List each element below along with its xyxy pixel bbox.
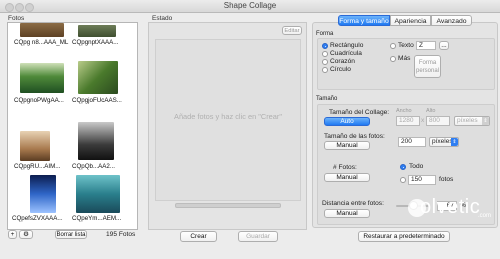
edit-button[interactable]: Editar (282, 26, 302, 35)
photo-count-manual-button[interactable]: Manual (324, 173, 370, 182)
photos-section-label: Fotos (8, 15, 25, 22)
shape-option-label: Cuadrícula (330, 50, 362, 57)
progress-bar (175, 203, 281, 208)
photo-caption: CQpgnptXAAA... (72, 39, 119, 46)
photo-caption: CQpgnoPWgAA... (14, 97, 64, 104)
photo-thumbnail[interactable] (78, 61, 118, 94)
tab-appearance[interactable]: Apariencia (390, 15, 431, 26)
radio-rectangle[interactable] (322, 43, 328, 49)
save-button[interactable]: Guardar (238, 231, 278, 242)
photo-thumbnail[interactable] (76, 175, 120, 213)
tab-shape-size[interactable]: Forma y tamaño (338, 15, 390, 26)
status-section-label: Estado (152, 15, 173, 22)
watermark-text: olvetic (420, 196, 481, 218)
collage-unit-select[interactable]: píxeles ⇕ (454, 116, 490, 126)
photo-count-label: # Fotos: (333, 164, 357, 171)
photo-caption: CQpgjoFUcAAS... (72, 97, 122, 104)
photo-count-input[interactable]: 150 (408, 175, 436, 185)
photo-thumbnail[interactable] (20, 63, 64, 93)
all-photos-label: Todo (409, 163, 424, 170)
spacing-manual-button[interactable]: Manual (324, 209, 370, 218)
photo-caption: CQpeYm...AEM... (72, 215, 122, 222)
add-photo-button[interactable]: + (8, 230, 17, 239)
radio-photo-count[interactable] (400, 177, 406, 183)
create-button[interactable]: Crear (180, 231, 217, 242)
height-label: Alto (426, 108, 436, 114)
window-title: Shape Collage (223, 1, 277, 10)
radio-more[interactable] (390, 56, 396, 62)
photo-caption: CQpg n8...AAA_ML (14, 39, 69, 46)
size-section-label: Tamaño (316, 96, 338, 102)
reset-defaults-button[interactable]: Restaurar a predeterminado (358, 231, 450, 242)
photo-thumbnail[interactable] (30, 175, 56, 213)
shape-section-label: Forma (316, 31, 334, 37)
photo-thumbnail[interactable] (20, 131, 50, 161)
radio-circle[interactable] (322, 67, 328, 73)
photo-thumbnail[interactable] (20, 23, 64, 37)
custom-shape-button[interactable]: Forma personal (414, 55, 441, 78)
collage-size-label: Tamaño del Collage: (329, 109, 390, 116)
shape-text-input[interactable]: Z (416, 41, 436, 50)
collage-preview-area[interactable]: Añade fotos y haz clic en "Crear" (155, 39, 301, 201)
photo-caption: CQpgRU...AIM... (14, 163, 61, 170)
drop-hint: Añade fotos y haz clic en "Crear" (174, 112, 282, 121)
photo-count-unit: fotos (439, 176, 454, 183)
photo-list[interactable]: CQpg n8...AAA_ML CQpgnptXAAA... CQpgnoPW… (7, 22, 138, 230)
photo-options-menu-button[interactable]: ⚙ (19, 230, 33, 239)
height-input[interactable]: 800 (426, 116, 450, 126)
text-option-label: Texto (398, 42, 414, 49)
chevron-down-icon: ⇕ (482, 117, 489, 125)
radio-grid[interactable] (322, 51, 328, 57)
status-panel: Editar Añade fotos y haz clic en "Crear" (148, 22, 307, 230)
title-bar: Shape Collage (0, 0, 500, 13)
shape-option-label: Rectángulo (330, 42, 364, 49)
photo-unit-select[interactable]: píxeles ⇕ (429, 137, 459, 147)
font-picker-button[interactable]: ... (439, 41, 449, 50)
more-option-label: Más (398, 55, 411, 62)
watermark-domain: .com (478, 213, 492, 219)
radio-heart[interactable] (322, 59, 328, 65)
shape-group: Rectángulo Cuadrícula Corazón Círculo Te… (317, 38, 495, 90)
photo-thumbnail[interactable] (78, 122, 114, 160)
shape-option-label: Corazón (330, 58, 355, 65)
width-input[interactable]: 1280 (396, 116, 420, 126)
radio-all-photos[interactable] (400, 164, 406, 170)
collage-size-auto-button[interactable]: Auto (324, 117, 370, 126)
photo-list-scrollbar[interactable] (137, 23, 138, 229)
photo-size-label: Tamaño de las fotos: (324, 133, 385, 140)
shape-option-label: Círculo (330, 66, 351, 73)
photo-count: 195 Fotos (106, 231, 136, 238)
photo-size-manual-button[interactable]: Manual (324, 141, 370, 150)
photo-size-input[interactable]: 200 (398, 137, 426, 147)
spacing-label: Distancia entre fotos: (322, 200, 384, 207)
times-sign: x (421, 117, 425, 124)
width-label: Ancho (396, 108, 412, 114)
clear-list-button[interactable]: Borrar lista (55, 230, 87, 239)
photo-thumbnail[interactable] (78, 25, 116, 37)
chevron-down-icon: ⇕ (451, 138, 458, 146)
tab-advanced[interactable]: Avanzado (431, 15, 472, 26)
gear-icon: ⚙ (23, 231, 29, 238)
photo-caption: CQpefsZVXAAA... (12, 215, 63, 222)
photo-caption: CQpQb...AA2... (72, 163, 115, 170)
radio-text[interactable] (390, 43, 396, 49)
